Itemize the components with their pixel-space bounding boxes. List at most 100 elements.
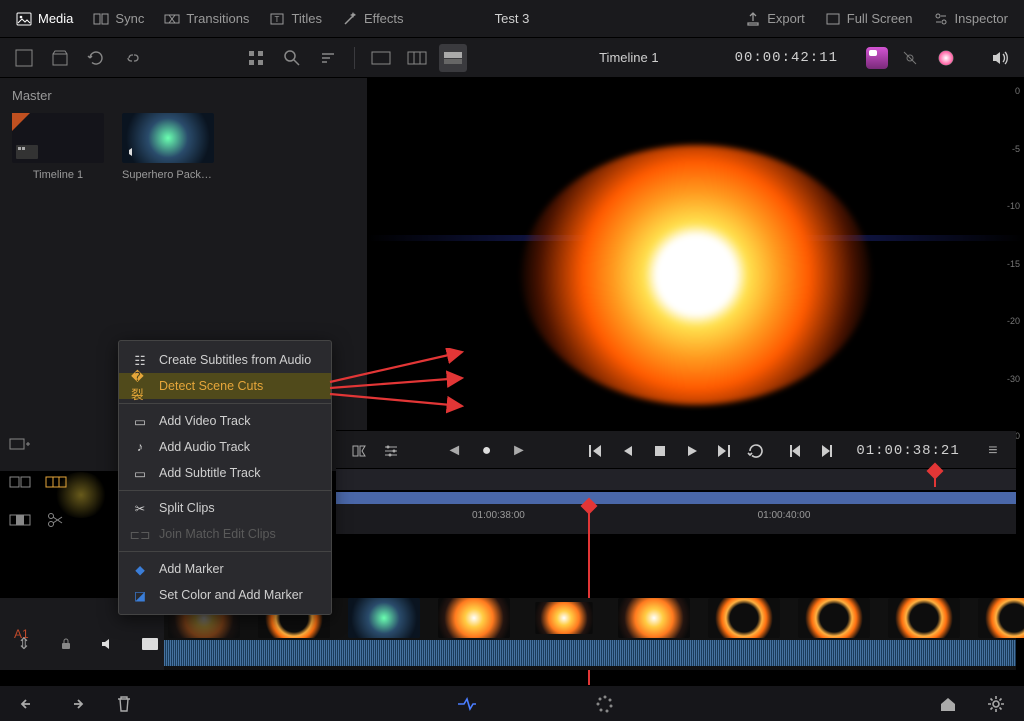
trash-icon[interactable] bbox=[110, 690, 138, 718]
timeline-overview[interactable]: 01:00:38:00 01:00:40:00 bbox=[336, 468, 1016, 534]
ctx-add-audio-track[interactable]: ♪ Add Audio Track bbox=[119, 434, 331, 460]
timeline-ruler[interactable]: 01:00:38:00 01:00:40:00 bbox=[336, 504, 1016, 534]
image-icon bbox=[16, 11, 32, 27]
ctx-add-video-track[interactable]: ▭ Add Video Track bbox=[119, 408, 331, 434]
tab-export[interactable]: Export bbox=[737, 7, 813, 31]
snap-icon[interactable] bbox=[346, 437, 372, 465]
clip-timeline1[interactable]: Timeline 1 bbox=[12, 113, 104, 181]
search-icon[interactable] bbox=[278, 44, 306, 72]
bottom-bar bbox=[0, 685, 1024, 721]
stop-icon[interactable] bbox=[646, 437, 672, 465]
viewer[interactable]: 0-5-10-15-20-30-40 bbox=[367, 78, 1024, 471]
context-menu: ☷ Create Subtitles from Audio �裂 Detect … bbox=[118, 340, 332, 615]
audio-track-icon: ♪ bbox=[131, 440, 149, 454]
ctx-add-marker[interactable]: ◆ Add Marker bbox=[119, 556, 331, 582]
ctx-create-subtitles[interactable]: ☷ Create Subtitles from Audio bbox=[119, 347, 331, 373]
layout-icon[interactable] bbox=[10, 44, 38, 72]
subtitle-track-icon: ▭ bbox=[131, 466, 149, 480]
ripple-tool-icon[interactable] bbox=[6, 468, 34, 496]
sort-icon[interactable] bbox=[314, 44, 342, 72]
transport-bar: ◄ ● ► 01:00:38:21 ≡ bbox=[336, 430, 1016, 470]
scene-cut-tool-icon[interactable] bbox=[42, 468, 70, 496]
speaker-icon[interactable] bbox=[986, 44, 1014, 72]
timeline-clip-icon bbox=[16, 145, 38, 159]
ctx-join-match: ⊏⊐ Join Match Edit Clips bbox=[119, 521, 331, 547]
edit-tools-column bbox=[6, 430, 70, 534]
step-back-icon[interactable] bbox=[614, 437, 640, 465]
bypass-fx-icon[interactable] bbox=[896, 44, 924, 72]
page-color-icon[interactable] bbox=[591, 690, 619, 718]
lock-icon[interactable] bbox=[52, 630, 80, 658]
tab-fullscreen[interactable]: Full Screen bbox=[817, 7, 921, 31]
clip-view-c-icon[interactable] bbox=[439, 44, 467, 72]
transport-timecode[interactable]: 01:00:38:21 bbox=[856, 443, 959, 459]
tab-media[interactable]: Media bbox=[8, 7, 81, 31]
audio-waveform bbox=[164, 640, 1016, 666]
mute-icon[interactable] bbox=[94, 630, 122, 658]
tab-sync[interactable]: Sync bbox=[85, 7, 152, 31]
tab-titles-label: Titles bbox=[291, 11, 322, 26]
ctx-split-clips[interactable]: ✂ Split Clips bbox=[119, 495, 331, 521]
tab-inspector[interactable]: Inspector bbox=[925, 7, 1016, 31]
settings-gear-icon[interactable] bbox=[982, 690, 1010, 718]
link-icon[interactable] bbox=[118, 44, 146, 72]
record-chip-icon[interactable] bbox=[866, 47, 888, 69]
redo-icon[interactable] bbox=[62, 690, 90, 718]
tab-effects-label: Effects bbox=[364, 11, 404, 26]
tab-export-label: Export bbox=[767, 11, 805, 26]
ctx-add-subtitle-track[interactable]: ▭ Add Subtitle Track bbox=[119, 460, 331, 486]
loop-icon[interactable] bbox=[743, 437, 769, 465]
subtitles-icon: ☷ bbox=[131, 353, 149, 367]
clip-view-b-icon[interactable] bbox=[403, 44, 431, 72]
current-frame-icon[interactable]: ● bbox=[473, 437, 499, 465]
go-end-icon[interactable] bbox=[711, 437, 737, 465]
db-scale: 0-5-10-15-20-30-40 bbox=[994, 78, 1024, 471]
jump-prev-clip-icon[interactable] bbox=[782, 437, 808, 465]
inspector-icon bbox=[933, 11, 949, 27]
top-menu-bar: Media Sync Transitions T Titles Effects … bbox=[0, 0, 1024, 38]
clip-label: Superhero Pack Tr... bbox=[122, 169, 214, 181]
page-cut-icon[interactable] bbox=[453, 690, 481, 718]
clip-view-a-icon[interactable] bbox=[367, 44, 395, 72]
undo-icon[interactable] bbox=[14, 690, 42, 718]
next-edit-icon[interactable]: ► bbox=[506, 437, 532, 465]
color-wheel-icon[interactable] bbox=[932, 44, 960, 72]
play-icon[interactable] bbox=[679, 437, 705, 465]
grid-view-icon[interactable] bbox=[242, 44, 270, 72]
master-label[interactable]: Master bbox=[12, 88, 355, 103]
ruler-tick: 01:00:40:00 bbox=[758, 510, 811, 521]
timeline-name[interactable]: Timeline 1 bbox=[599, 50, 658, 65]
ctx-set-color-marker[interactable]: ◪ Set Color and Add Marker bbox=[119, 582, 331, 608]
join-icon: ⊏⊐ bbox=[131, 527, 149, 541]
track-height-icon[interactable]: ⇕ bbox=[10, 630, 38, 658]
marker-icon: ◆ bbox=[131, 562, 149, 576]
bin-icon[interactable] bbox=[46, 44, 74, 72]
blade-tool-icon[interactable] bbox=[42, 506, 70, 534]
sliders-icon[interactable] bbox=[378, 437, 404, 465]
prev-edit-icon[interactable]: ◄ bbox=[441, 437, 467, 465]
go-start-icon[interactable] bbox=[582, 437, 608, 465]
timeline-menu-icon[interactable]: ≡ bbox=[980, 437, 1006, 465]
refresh-icon[interactable] bbox=[82, 44, 110, 72]
append-tool-icon[interactable] bbox=[6, 430, 34, 458]
ctx-detect-scene-cuts[interactable]: �裂 Detect Scene Cuts bbox=[119, 373, 331, 399]
tab-effects[interactable]: Effects bbox=[334, 7, 412, 31]
video-toggle-icon[interactable] bbox=[136, 630, 164, 658]
source-timecode[interactable]: 00:00:42:11 bbox=[735, 50, 838, 66]
audio-clip-icon bbox=[126, 145, 140, 159]
video-track-icon: ▭ bbox=[131, 414, 149, 428]
clip-superhero[interactable]: Superhero Pack Tr... bbox=[122, 113, 214, 181]
export-icon bbox=[745, 11, 761, 27]
sync-icon bbox=[93, 11, 109, 27]
home-icon[interactable] bbox=[934, 690, 962, 718]
ruler-tick: 01:00:38:00 bbox=[472, 510, 525, 521]
overwrite-tool-icon[interactable] bbox=[6, 506, 34, 534]
wand-icon bbox=[342, 11, 358, 27]
tab-sync-label: Sync bbox=[115, 11, 144, 26]
jump-next-clip-icon[interactable] bbox=[814, 437, 840, 465]
tab-transitions-label: Transitions bbox=[186, 11, 249, 26]
timeline-range-bar[interactable] bbox=[336, 492, 1016, 504]
tab-titles[interactable]: T Titles bbox=[261, 7, 330, 31]
explosion-preview bbox=[521, 145, 871, 405]
tab-transitions[interactable]: Transitions bbox=[156, 7, 257, 31]
